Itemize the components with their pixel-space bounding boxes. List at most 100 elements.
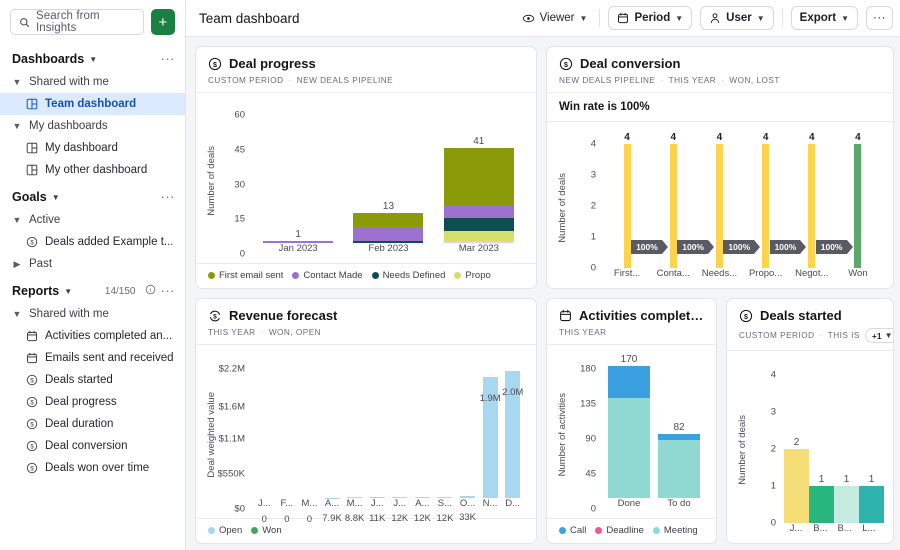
sidebar-section-more-icon[interactable]: ··· (161, 287, 176, 295)
sidebar-group-shared-with-me[interactable]: ▼Shared with me (0, 71, 185, 93)
sidebar-item-activities-completed-an[interactable]: Activities completed an... (0, 325, 185, 347)
bar[interactable]: 4 (624, 144, 631, 268)
chevron-down-icon: ▼ (885, 331, 893, 340)
export-button[interactable]: Export ▼ (791, 6, 858, 30)
sidebar-section-header-goals[interactable]: Goals▼··· (0, 181, 185, 209)
legend-item[interactable]: Open (208, 525, 242, 536)
legend-item[interactable]: Deadline (595, 525, 644, 536)
sidebar-search-row: Search from Insights + (0, 0, 185, 43)
y-tick: 4 (591, 139, 596, 150)
sidebar-section-header-reports[interactable]: Reports▼14/150i··· (0, 275, 185, 303)
bar-value-label: 41 (473, 136, 484, 147)
sidebar-item-deal-duration[interactable]: $Deal duration (0, 413, 185, 435)
chevron-down-icon: ▼ (12, 309, 22, 319)
user-label: User (726, 12, 752, 24)
legend-label: First email sent (219, 270, 283, 281)
sidebar-section-header-dashboards[interactable]: Dashboards▼··· (0, 43, 185, 71)
sidebar-group-active[interactable]: ▼Active (0, 209, 185, 231)
sidebar-item-my-dashboard[interactable]: My dashboard (0, 137, 185, 159)
sidebar-item-deal-conversion[interactable]: $Deal conversion (0, 435, 185, 457)
bar[interactable]: 4 (808, 144, 815, 268)
bar[interactable]: 1 (809, 486, 834, 523)
bar[interactable]: 4 (670, 144, 677, 268)
x-tick-label: B... (833, 523, 857, 541)
legend-item[interactable]: First email sent (208, 270, 283, 281)
svg-text:$: $ (30, 466, 34, 472)
legend-label: Propo (465, 270, 490, 281)
sidebar-item-deals-won-over-time[interactable]: $Deals won over time (0, 457, 185, 479)
bar[interactable]: 4 (854, 144, 861, 268)
bar-slot (276, 369, 299, 498)
bar-value-label: 2 (794, 437, 800, 448)
chart-deal-conversion: Number of deals 01234444444100%100%100%1… (547, 122, 893, 288)
sidebar-item-label: Emails sent and received (45, 352, 173, 364)
bar[interactable]: 1 (834, 486, 859, 523)
legend-item[interactable]: Meeting (653, 525, 698, 536)
divider (599, 9, 600, 27)
chart-revenue-forecast: Deal weighted value $0$550K$1.1M$1.6M$2.… (196, 345, 536, 518)
bar[interactable]: 170 (608, 366, 650, 498)
card-subtitle: THIS YEAR (559, 328, 704, 337)
bar-segment (762, 144, 769, 268)
bar[interactable]: 82 (658, 434, 700, 498)
subtitle-part: THIS YEAR (208, 328, 256, 337)
svg-text:$: $ (564, 61, 568, 68)
legend-item[interactable]: Propo (454, 270, 490, 281)
bar-segment (444, 148, 514, 206)
legend-swatch (372, 272, 379, 279)
bar-segment (658, 440, 700, 498)
sidebar-item-team-dashboard[interactable]: Team dashboard (0, 93, 185, 115)
info-icon[interactable]: i (145, 284, 156, 298)
x-tick-label: F... (276, 498, 299, 516)
bar-slot (479, 369, 502, 498)
sidebar-section-more-icon[interactable]: ··· (161, 55, 176, 63)
subtitle-part: WON, OPEN (269, 328, 321, 337)
y-axis-label: Number of deals (737, 415, 748, 485)
chart-deals-started: Number of deals 012342111J...B...B...L..… (727, 351, 893, 543)
sidebar-item-label: Deals started (45, 374, 113, 386)
bar[interactable]: 1 (859, 486, 884, 523)
sidebar-group-label: Shared with me (29, 308, 109, 320)
legend-item[interactable]: Contact Made (292, 270, 362, 281)
bar[interactable]: 4 (762, 144, 769, 268)
bar-slot: 2 (784, 375, 809, 523)
sidebar-item-deal-progress[interactable]: $Deal progress (0, 391, 185, 413)
x-tick-label: Needs... (696, 268, 742, 286)
bar[interactable]: 4 (716, 144, 723, 268)
bar-slot: 1 (809, 375, 834, 523)
subtitle-part: THIS IS (828, 331, 860, 340)
user-button[interactable]: User ▼ (700, 6, 774, 30)
deal-icon: $ (26, 236, 38, 248)
x-tick-label: B... (808, 523, 832, 541)
calendar-icon (559, 309, 572, 322)
subtitle-more-chip[interactable]: +1 ▼ (865, 328, 894, 343)
card-subtitle: CUSTOM PERIOD · NEW DEALS PIPELINE (208, 76, 524, 85)
sidebar-group-shared-with-me[interactable]: ▼ Shared with me (0, 303, 185, 325)
bar-value-label: 170 (621, 354, 638, 365)
card-title: $ Deals started (739, 308, 881, 323)
x-tick-label: N... (479, 498, 502, 516)
sidebar-section-more-icon[interactable]: ··· (161, 193, 176, 201)
sidebar-group-past[interactable]: ▶Past (0, 253, 185, 275)
bar-slot (388, 369, 411, 498)
add-button[interactable]: + (151, 9, 175, 35)
search-input[interactable]: Search from Insights (10, 9, 144, 35)
more-options-button[interactable]: ··· (866, 6, 893, 30)
sidebar-item-deals-added-example-t[interactable]: $Deals added Example t... (0, 231, 185, 253)
legend-swatch (208, 272, 215, 279)
sidebar-item-my-other-dashboard[interactable]: My other dashboard (0, 159, 185, 181)
viewer-dropdown[interactable]: Viewer ▼ (518, 9, 592, 28)
subtitle-separator: · (820, 331, 823, 340)
bar[interactable]: 2 (784, 449, 809, 523)
legend-item[interactable]: Won (251, 525, 281, 536)
legend-item[interactable]: Call (559, 525, 586, 536)
card-subtitle: THIS YEAR · WON, OPEN (208, 328, 524, 337)
bar[interactable]: 41 (444, 148, 514, 243)
bar[interactable]: 13 (353, 213, 423, 243)
sidebar-group-my-dashboards[interactable]: ▼My dashboards (0, 115, 185, 137)
legend-item[interactable]: Needs Defined (372, 270, 446, 281)
period-button[interactable]: Period ▼ (608, 6, 692, 30)
sidebar-item-deals-started[interactable]: $Deals started (0, 369, 185, 391)
card-title-text: Deal conversion (580, 56, 680, 71)
sidebar-item-emails-sent-and-received[interactable]: Emails sent and received (0, 347, 185, 369)
